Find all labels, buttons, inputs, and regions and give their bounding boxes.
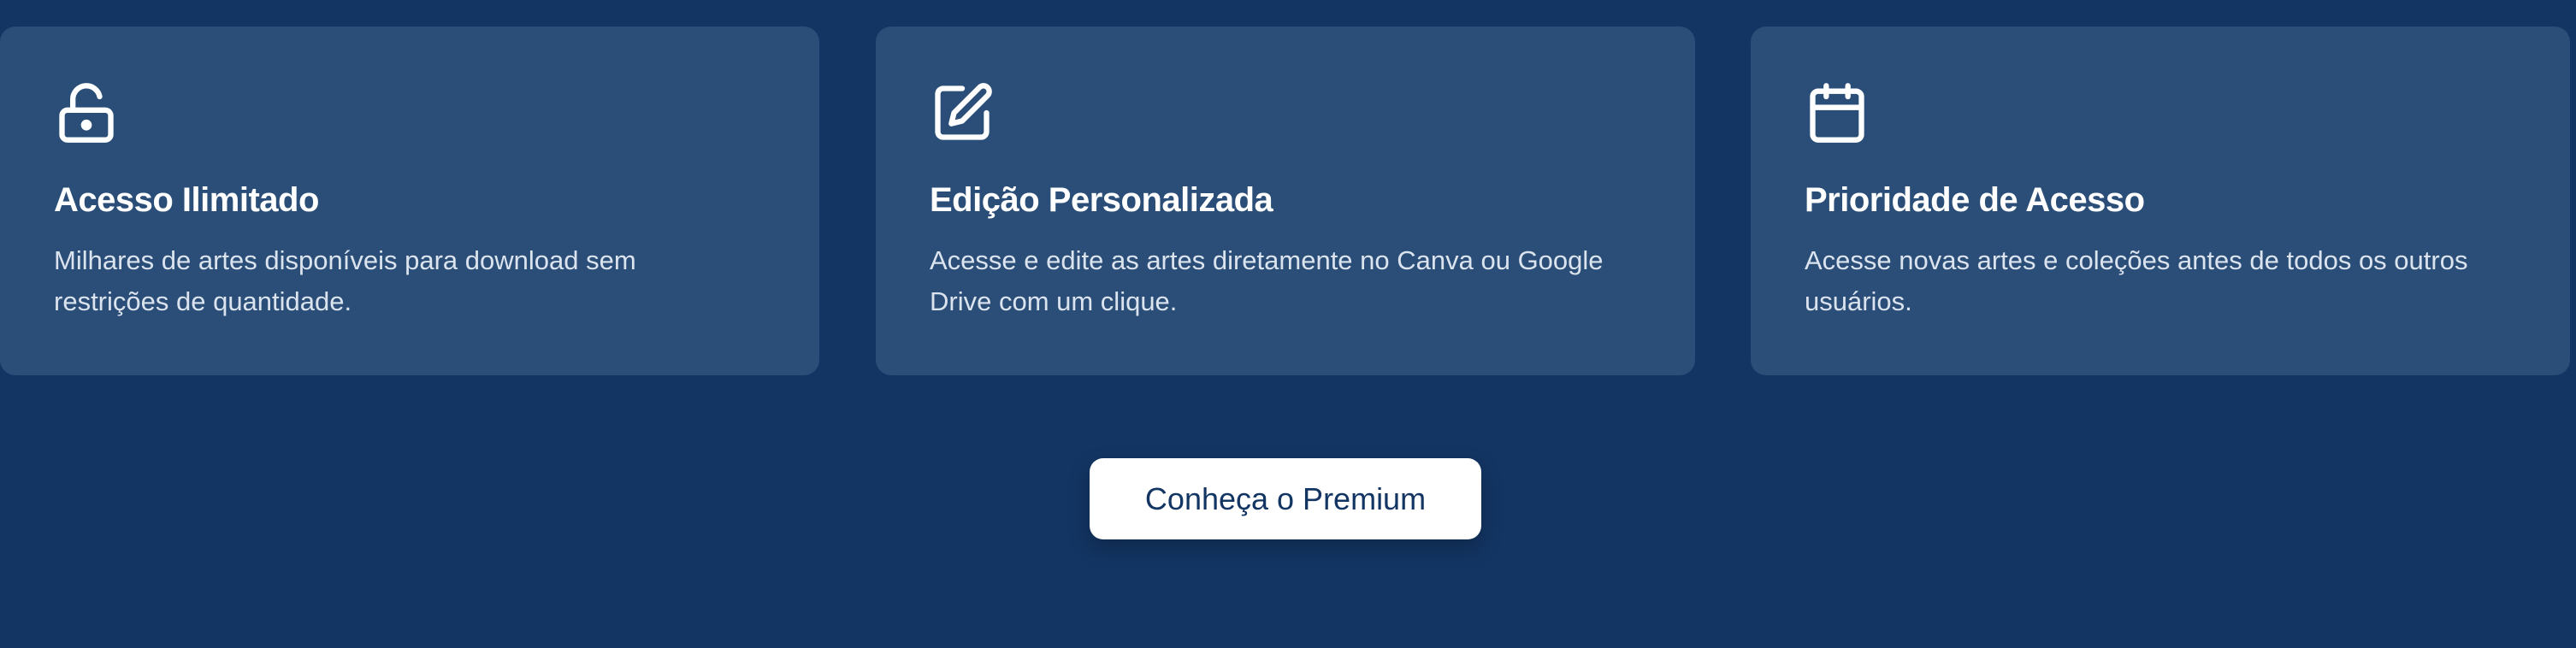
feature-description: Acesse e edite as artes diretamente no C… bbox=[930, 245, 1604, 316]
feature-card-custom-editing: Edição Personalizada Acesse e edite as a… bbox=[876, 27, 1695, 375]
edit-icon bbox=[930, 80, 995, 145]
feature-description: Acesse novas artes e coleções antes de t… bbox=[1805, 245, 2468, 316]
feature-card-access-priority: Prioridade de Acesso Acesse novas artes … bbox=[1751, 27, 2570, 375]
feature-title: Prioridade de Acesso bbox=[1805, 181, 2145, 219]
feature-title: Edição Personalizada bbox=[930, 181, 1273, 219]
features-section: Acesso Ilimitado Milhares de artes dispo… bbox=[0, 27, 2576, 375]
unlock-icon bbox=[54, 80, 119, 145]
calendar-icon bbox=[1805, 80, 1870, 145]
feature-card-unlimited-access: Acesso Ilimitado Milhares de artes dispo… bbox=[0, 27, 819, 375]
premium-cta-button[interactable]: Conheça o Premium bbox=[1090, 458, 1481, 539]
feature-description: Milhares de artes disponíveis para downl… bbox=[54, 245, 636, 316]
feature-title: Acesso Ilimitado bbox=[54, 181, 319, 219]
